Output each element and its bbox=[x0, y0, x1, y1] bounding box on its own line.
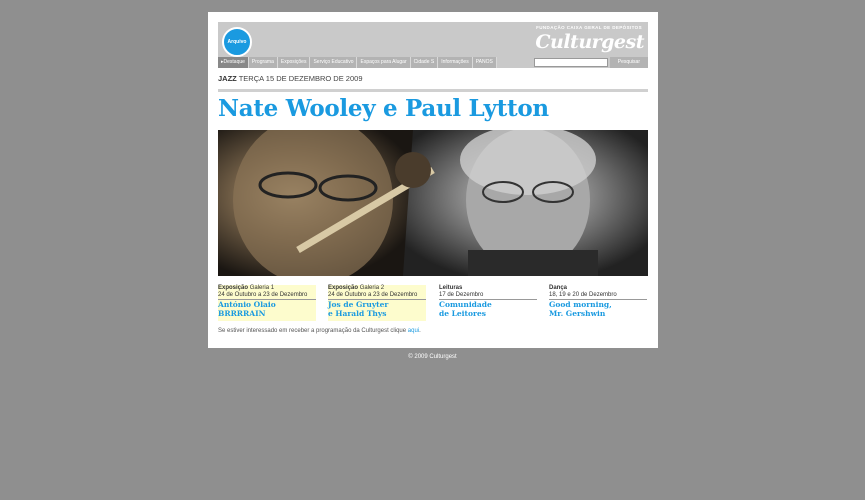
search-area: Pesquisar bbox=[532, 57, 648, 68]
search-input[interactable] bbox=[533, 58, 608, 67]
nav-item-espacos[interactable]: Espaços para Alugar bbox=[357, 57, 411, 68]
page-title: Nate Wooley e Paul Lytton bbox=[218, 95, 549, 122]
nav-item-destaque[interactable]: ▸Destaque bbox=[218, 57, 249, 68]
newsletter-note: Se estiver interessado em receber a prog… bbox=[218, 328, 421, 334]
nav-item-panos[interactable]: PANOS bbox=[472, 57, 497, 68]
column-subcategory: Galeria 2 bbox=[359, 285, 385, 291]
content-card: Arquivo FUNDAÇÃO CAIXA GERAL DE DEPÓSITO… bbox=[208, 12, 658, 348]
nav-item-servico-educativo[interactable]: Serviço Educativo bbox=[310, 57, 358, 68]
culturgest-logo[interactable]: Culturgest bbox=[535, 31, 644, 53]
upcoming-events: Exposição Galeria 1 24 de Outubro a 23 d… bbox=[218, 285, 648, 321]
nav-item-exposicoes[interactable]: Exposições bbox=[277, 57, 311, 68]
column-category: Dança bbox=[549, 285, 568, 291]
newsletter-link[interactable]: aqui bbox=[408, 328, 419, 334]
column-subcategory: Galeria 1 bbox=[249, 285, 275, 291]
search-button[interactable]: Pesquisar bbox=[609, 57, 648, 68]
nav-item-programa[interactable]: Programa bbox=[248, 57, 278, 68]
artists-photo bbox=[218, 130, 648, 276]
newsletter-text: Se estiver interessado em receber a prog… bbox=[218, 328, 407, 334]
nav-item-informacoes[interactable]: Informações bbox=[438, 57, 473, 68]
event-link[interactable]: e Harald Thys bbox=[328, 309, 426, 318]
event-link[interactable]: Mr. Gershwin bbox=[549, 309, 647, 318]
event-column: Dança 18, 19 e 20 de Dezembro Good morni… bbox=[549, 285, 647, 321]
event-link[interactable]: Comunidade bbox=[439, 300, 537, 309]
nav-item-cidade[interactable]: Cidade S bbox=[410, 57, 439, 68]
column-category: Exposição bbox=[218, 285, 249, 291]
event-column: Leituras 17 de Dezembro Comunidade de Le… bbox=[439, 285, 537, 321]
event-dateline: JAZZ TERÇA 15 DE DEZEMBRO DE 2009 bbox=[218, 74, 363, 83]
column-dates: 24 de Outubro a 23 de Dezembro bbox=[218, 292, 316, 300]
column-category: Exposição bbox=[328, 285, 359, 291]
event-link[interactable]: António Olaio bbox=[218, 300, 316, 309]
main-nav: ▸Destaque Programa Exposições Serviço Ed… bbox=[218, 57, 648, 68]
footer-copyright: © 2009 Culturgest bbox=[408, 354, 457, 360]
event-link[interactable]: Jos de Gruyter bbox=[328, 300, 426, 309]
divider bbox=[218, 89, 648, 92]
artists-photo-art bbox=[218, 130, 648, 276]
event-link[interactable]: BRRRRAIN bbox=[218, 309, 316, 318]
column-dates: 24 de Outubro a 23 de Dezembro bbox=[328, 292, 426, 300]
event-column: Exposição Galeria 2 24 de Outubro a 23 d… bbox=[328, 285, 426, 321]
column-category: Leituras bbox=[439, 285, 463, 291]
archive-button[interactable]: Arquivo bbox=[222, 27, 252, 57]
column-dates: 17 de Dezembro bbox=[439, 292, 537, 300]
column-dates: 18, 19 e 20 de Dezembro bbox=[549, 292, 647, 300]
event-column: Exposição Galeria 1 24 de Outubro a 23 d… bbox=[218, 285, 316, 321]
event-link[interactable]: de Leitores bbox=[439, 309, 537, 318]
event-link[interactable]: Good morning, bbox=[549, 300, 647, 309]
foundation-label: FUNDAÇÃO CAIXA GERAL DE DEPÓSITOS bbox=[536, 25, 642, 30]
event-category: JAZZ bbox=[218, 74, 237, 83]
event-date: TERÇA 15 DE DEZEMBRO DE 2009 bbox=[238, 74, 363, 83]
